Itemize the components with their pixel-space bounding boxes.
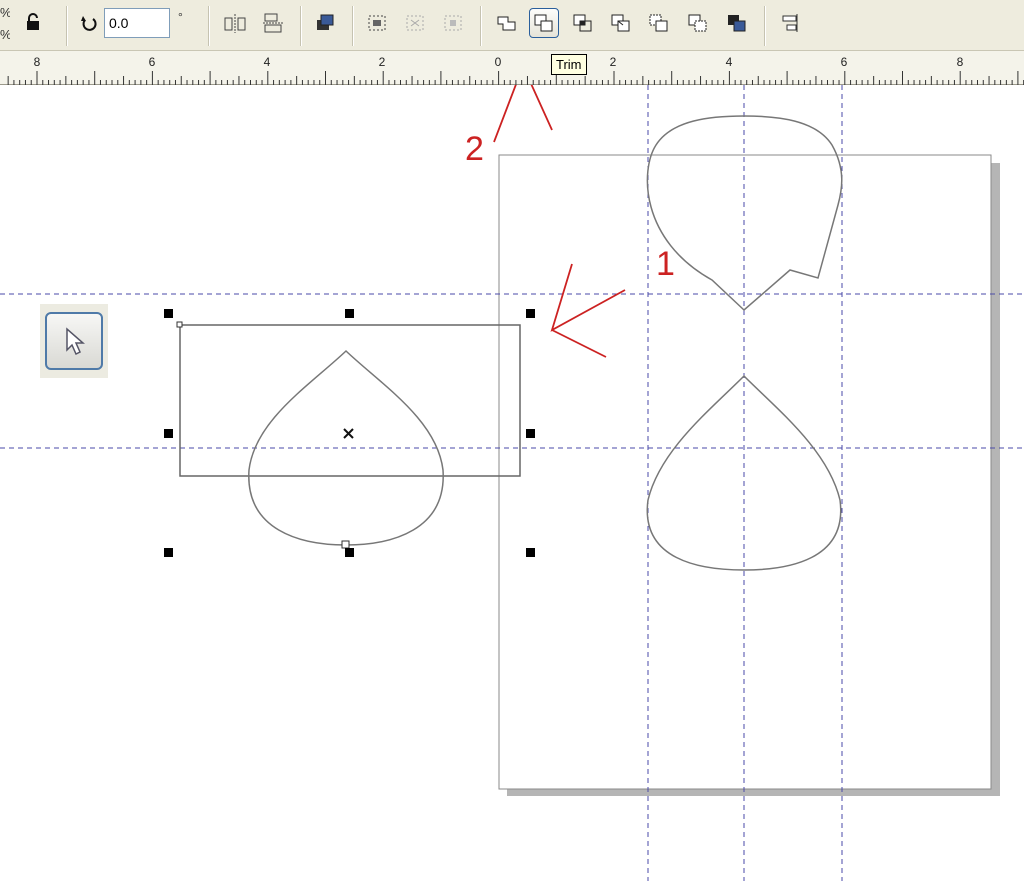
drawing-canvas[interactable]: 1 2 xyxy=(0,85,1024,881)
selection-handle[interactable] xyxy=(164,548,173,557)
simplify-icon[interactable] xyxy=(606,8,636,38)
intersect-icon[interactable] xyxy=(568,8,598,38)
weld-icon[interactable] xyxy=(492,8,522,38)
trim-icon[interactable] xyxy=(529,8,559,38)
ruler-label: 2 xyxy=(609,55,617,69)
svg-text:%: % xyxy=(0,27,10,42)
toolbar-separator xyxy=(764,6,766,46)
ungroup-icon[interactable] xyxy=(400,8,430,38)
ruler-label: 8 xyxy=(33,55,41,69)
center-mark-icon xyxy=(343,428,354,439)
mirror-horizontal-icon[interactable] xyxy=(220,8,250,38)
ruler-label: 6 xyxy=(840,55,848,69)
group-icon[interactable] xyxy=(362,8,392,38)
selection-handle[interactable] xyxy=(526,429,535,438)
ungroup-all-icon[interactable] xyxy=(438,8,468,38)
pointer-arrow-icon xyxy=(66,327,85,356)
selection-handle[interactable] xyxy=(526,309,535,318)
svg-text:%: % xyxy=(0,5,10,20)
toolbar-separator xyxy=(66,6,68,46)
annotation-label-1: 1 xyxy=(656,245,675,283)
selection-handle[interactable] xyxy=(164,429,173,438)
ruler-label: 2 xyxy=(378,55,386,69)
scale-percent-icon[interactable]: %% xyxy=(0,5,12,42)
rotate-icon xyxy=(76,8,102,38)
create-boundary-icon[interactable] xyxy=(722,8,752,38)
ruler-label: 0 xyxy=(494,55,502,69)
rotation-angle-input[interactable] xyxy=(104,8,170,38)
order-to-front-icon[interactable] xyxy=(310,8,340,38)
degree-label: ° xyxy=(178,10,183,24)
drawing-page xyxy=(498,154,992,790)
trim-tooltip: Trim xyxy=(551,54,587,75)
trim-rectangle[interactable] xyxy=(179,324,521,477)
back-minus-front-icon[interactable] xyxy=(683,8,713,38)
selection-handle[interactable] xyxy=(526,548,535,557)
toolbar-separator xyxy=(208,6,210,46)
toolbar-separator xyxy=(300,6,302,46)
ruler-label: 4 xyxy=(263,55,271,69)
ruler-label: 4 xyxy=(725,55,733,69)
ruler-label: 6 xyxy=(148,55,156,69)
selection-handle[interactable] xyxy=(164,309,173,318)
horizontal-ruler: 8 6 4 2 0 2 4 6 8 xyxy=(0,51,1024,85)
annotation-label-2: 2 xyxy=(465,130,484,168)
bottom-node[interactable] xyxy=(341,540,350,549)
lock-ratio-icon[interactable] xyxy=(18,8,48,38)
property-toolbar: %% ° xyxy=(0,0,1024,51)
selection-handle[interactable] xyxy=(345,309,354,318)
toolbar-separator xyxy=(480,6,482,46)
ruler-label: 8 xyxy=(956,55,964,69)
mirror-vertical-icon[interactable] xyxy=(258,8,288,38)
align-distribute-icon[interactable] xyxy=(774,8,804,38)
corner-node[interactable] xyxy=(176,321,183,328)
selection-handle[interactable] xyxy=(345,548,354,557)
front-minus-back-icon[interactable] xyxy=(644,8,674,38)
toolbar-separator xyxy=(352,6,354,46)
pick-tool-button[interactable] xyxy=(40,304,108,378)
